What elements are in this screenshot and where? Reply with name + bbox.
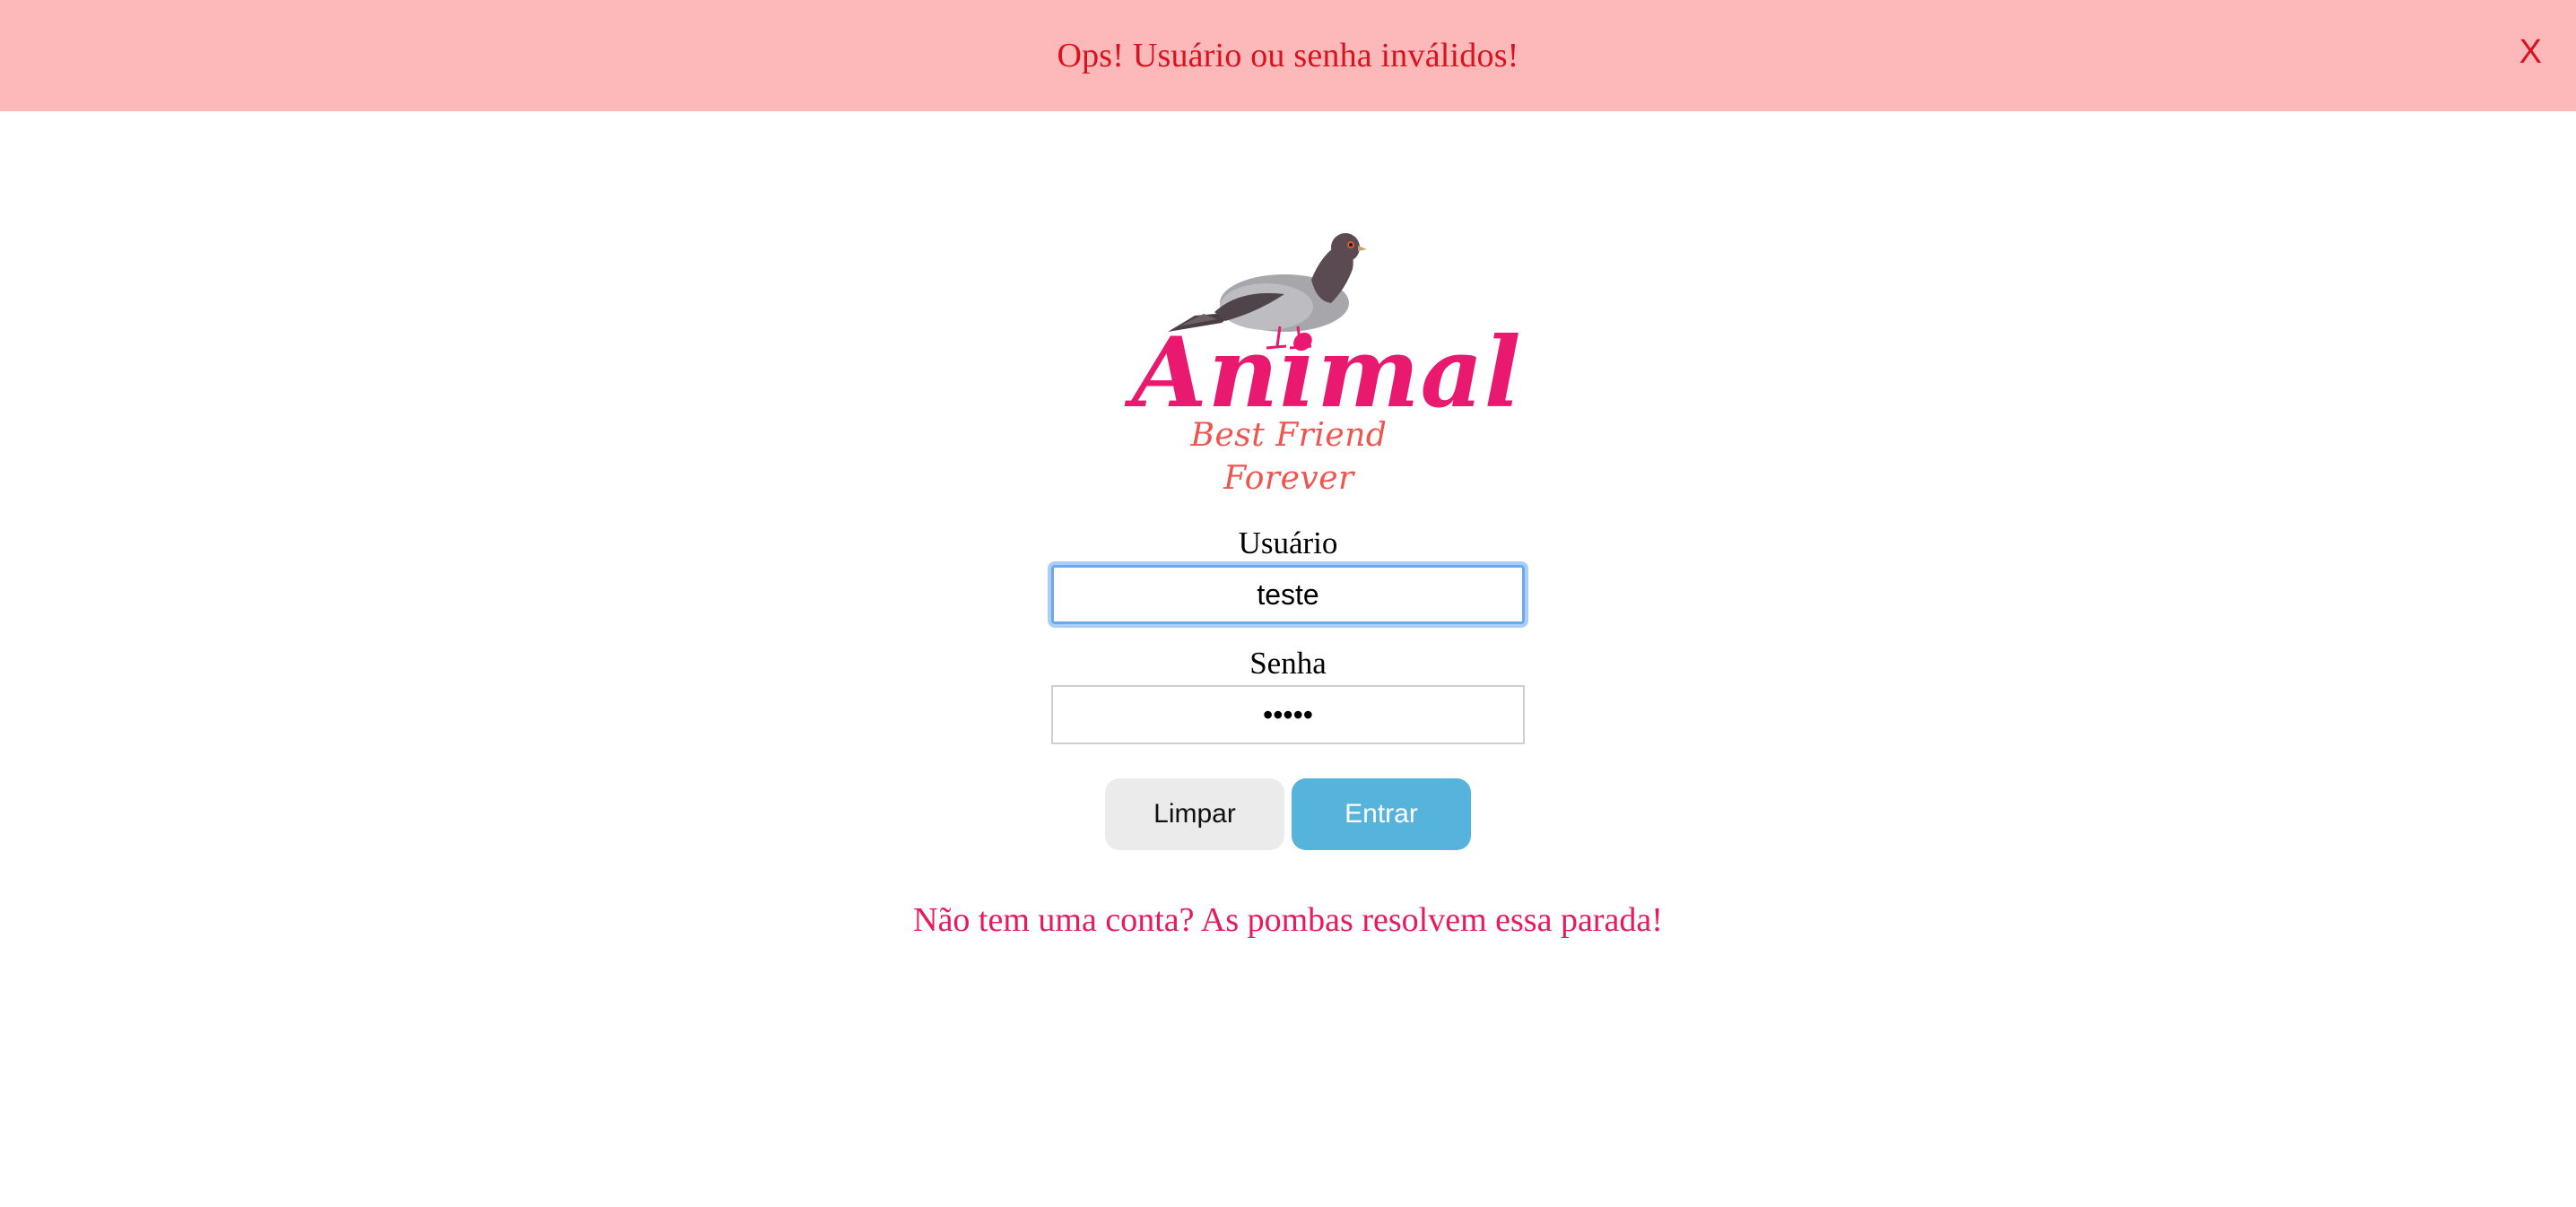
logo-wordmark: Animal [1132, 317, 1522, 430]
clear-button[interactable]: Limpar [1105, 778, 1284, 850]
logo: Animal Best Friend Forever [1132, 226, 1522, 497]
error-alert: Ops! Usuário ou senha inválidos! X [0, 0, 2576, 111]
user-label: Usuário [1238, 525, 1338, 560]
alert-message: Ops! Usuário ou senha inválidos! [1057, 37, 1519, 74]
logo-tagline: Best Friend Forever [1190, 417, 1388, 497]
form-buttons: Limpar Entrar [1105, 778, 1473, 850]
enter-button[interactable]: Entrar [1292, 778, 1471, 850]
login-form: Usuário Senha [1051, 522, 1525, 744]
close-icon[interactable]: X [2519, 30, 2542, 74]
password-input[interactable] [1051, 685, 1525, 744]
signup-link[interactable]: Não tem uma conta? As pombas resolvem es… [0, 893, 2576, 947]
password-label: Senha [1249, 646, 1327, 681]
user-input[interactable] [1051, 565, 1525, 624]
